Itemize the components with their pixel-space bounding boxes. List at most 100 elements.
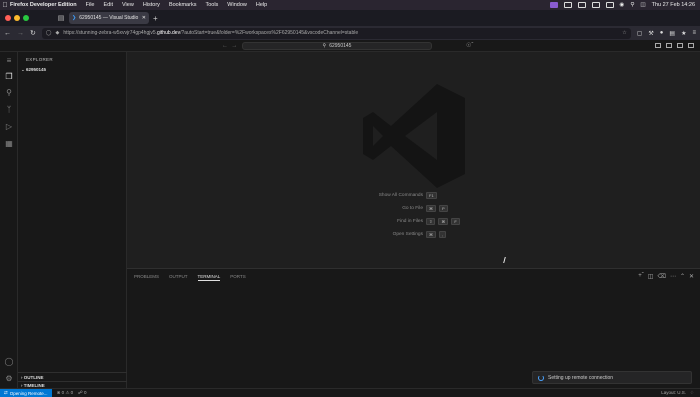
apple-icon[interactable]:  [0, 2, 10, 9]
status-right: Layout: U.S. ♢ [661, 390, 700, 396]
tab-list-icon[interactable]: ▤ [55, 14, 67, 22]
tab-ports[interactable]: PORTS [230, 274, 245, 281]
more-actions-icon[interactable]: ⋯ [670, 273, 676, 280]
tools-icon[interactable]: ⚒ [648, 30, 653, 37]
browser-tab[interactable]: ❯ 62950145 — Visual Studio Code — GitHub… [69, 12, 149, 24]
activity-bar: ≡ ❐ ⚲ ᛉ ▷ ▦ ◯ ⚙ [0, 52, 18, 388]
menubar-app-icon[interactable] [605, 2, 614, 8]
remote-indicator[interactable]: ⇄ Opening Remote... [0, 388, 52, 397]
menu-edit[interactable]: Edit [104, 2, 113, 8]
address-bar[interactable]: ◯ ◆ https://stunning-zebra-w5xvvjr74gp4h… [41, 27, 631, 39]
menubar-app-icon[interactable] [563, 2, 572, 8]
menu-tools[interactable]: Tools [205, 2, 218, 8]
tab-terminal[interactable]: TERMINAL [197, 274, 221, 281]
status-bar: ⇄ Opening Remote... ⊗ 0 ⚠ 0 ☍ 0 Layout: … [0, 388, 700, 397]
screen:  Firefox Developer Edition File Edit Vi… [0, 0, 700, 397]
close-tab-icon[interactable]: ✕ [142, 15, 146, 21]
reader-icon[interactable]: ▤ [669, 30, 675, 37]
command-center[interactable]: ⚲ 62950145 [242, 41, 432, 50]
notifications-bell-icon[interactable]: ♢ [690, 390, 694, 396]
remote-status-text: Opening Remote... [9, 390, 48, 396]
tab-output[interactable]: OUTPUT [169, 274, 188, 281]
run-debug-icon[interactable]: ▷ [4, 122, 14, 132]
vscode-favicon-icon: ❯ [72, 15, 77, 21]
panel-tabs: PROBLEMS OUTPUT TERMINAL PORTS [134, 274, 246, 281]
maximize-window-button[interactable] [23, 15, 29, 21]
account-icon[interactable]: ◯ [4, 357, 14, 367]
macos-menubar:  Firefox Developer Edition File Edit Vi… [0, 0, 700, 10]
keyboard-layout[interactable]: Layout: U.S. [661, 390, 686, 396]
browser-tab-title: 62950145 — Visual Studio Code — GitHub [79, 15, 139, 21]
toolbar-icons: ▢ ⚒ ● ▤ ★ ≡ [637, 30, 696, 37]
url-text[interactable]: https://stunning-zebra-w5xvvjr74gp4hgjv5… [63, 30, 618, 36]
new-terminal-icon[interactable]: +ˇ [638, 273, 644, 280]
menu-icon[interactable]: ≡ [692, 30, 696, 37]
wifi-icon[interactable]: ◉ [620, 2, 625, 8]
new-tab-button[interactable]: + [153, 14, 158, 23]
bottom-panel: PROBLEMS OUTPUT TERMINAL PORTS +ˇ ◫ ⌫ ⋯ … [127, 268, 700, 388]
menu-history[interactable]: History [143, 2, 160, 8]
close-panel-icon[interactable]: ✕ [689, 273, 694, 280]
customize-layout-icon[interactable] [688, 43, 694, 48]
kill-terminal-icon[interactable]: ⌫ [657, 273, 665, 280]
menu-view[interactable]: View [122, 2, 134, 8]
lock-icon[interactable]: ◆ [55, 30, 59, 36]
menu-file[interactable]: File [86, 2, 95, 8]
account-icon[interactable]: ● [660, 30, 664, 37]
toggle-sidebar-icon[interactable] [655, 43, 661, 48]
close-window-button[interactable] [5, 15, 11, 21]
section-divider [18, 372, 127, 373]
outline-section[interactable]: › OUTLINE [21, 375, 44, 380]
menu-icon[interactable]: ≡ [4, 56, 14, 66]
minimize-window-button[interactable] [14, 15, 20, 21]
workspace-folder[interactable]: ⌄ 62950145 [21, 67, 46, 73]
screen-record-icon[interactable] [549, 2, 558, 8]
shield-icon[interactable]: ◯ [46, 30, 52, 36]
extensions-icon[interactable]: ▦ [4, 139, 14, 149]
control-center-icon[interactable]: ◫ [640, 2, 645, 8]
menu-window[interactable]: Window [227, 2, 247, 8]
extensions-icon[interactable]: ★ [681, 30, 686, 37]
bookmark-star-icon[interactable]: ☆ [622, 30, 626, 36]
explorer-sidebar: EXPLORER ⌄ 62950145 › OUTLINE › TIMELINE [18, 52, 127, 388]
forward-icon[interactable]: → [17, 30, 24, 37]
copilot-icon[interactable]: ☉ˇ [466, 42, 473, 49]
problems-count[interactable]: ⊗ 0 ⚠ 0 [57, 390, 74, 396]
menubar-clock[interactable]: Thu 27 Feb 14:26 [652, 2, 695, 8]
section-divider [18, 381, 127, 382]
hint-go-to-file: Go to File ⌘ P [333, 205, 448, 212]
tab-problems[interactable]: PROBLEMS [134, 274, 159, 281]
menu-bookmarks[interactable]: Bookmarks [169, 2, 197, 8]
menu-app-name[interactable]: Firefox Developer Edition [10, 2, 77, 8]
vscode-nav-arrows[interactable]: ← → [222, 43, 237, 49]
sidebar-title: EXPLORER [26, 57, 53, 62]
settings-gear-icon[interactable]: ⚙ [4, 374, 14, 384]
remote-icon: ⇄ [4, 390, 8, 395]
hint-find-in-files: Find in Files ⇧ ⌘ F [333, 218, 460, 225]
search-icon[interactable]: ⚲ [630, 2, 634, 8]
toggle-panel-icon[interactable] [666, 43, 672, 48]
toast-message: Setting up remote connection [548, 374, 614, 381]
search-icon[interactable]: ⚲ [4, 88, 14, 98]
source-control-icon[interactable]: ᛉ [4, 105, 14, 115]
hint-open-settings: Open Settings ⌘ , [333, 231, 447, 238]
browser-tab-strip: ▤ ❯ 62950145 — Visual Studio Code — GitH… [0, 10, 700, 26]
window-controls [0, 15, 55, 21]
vscode-titlebar: ← → ⚲ 62950145 ☉ˇ [0, 40, 700, 52]
layout-controls [655, 43, 694, 48]
pocket-icon[interactable]: ▢ [637, 30, 643, 37]
back-icon[interactable]: ← [4, 30, 11, 37]
editor-area[interactable]: Show All Commands F1 Go to File ⌘ P Find… [127, 52, 700, 268]
vscode-watermark-logo [363, 84, 465, 188]
panel-actions: +ˇ ◫ ⌫ ⋯ ⌃ ✕ [638, 273, 694, 280]
explorer-icon[interactable]: ❐ [4, 72, 14, 82]
ports-count[interactable]: ☍ 0 [78, 390, 86, 396]
menubar-app-icon[interactable] [577, 2, 586, 8]
notification-toast[interactable]: Setting up remote connection [532, 371, 692, 384]
split-terminal-icon[interactable]: ◫ [648, 273, 654, 280]
menu-help[interactable]: Help [256, 2, 267, 8]
toggle-secondary-sidebar-icon[interactable] [677, 43, 683, 48]
reload-icon[interactable]: ↻ [30, 29, 36, 37]
maximize-panel-icon[interactable]: ⌃ [680, 273, 685, 280]
menubar-app-icon[interactable] [591, 2, 600, 8]
